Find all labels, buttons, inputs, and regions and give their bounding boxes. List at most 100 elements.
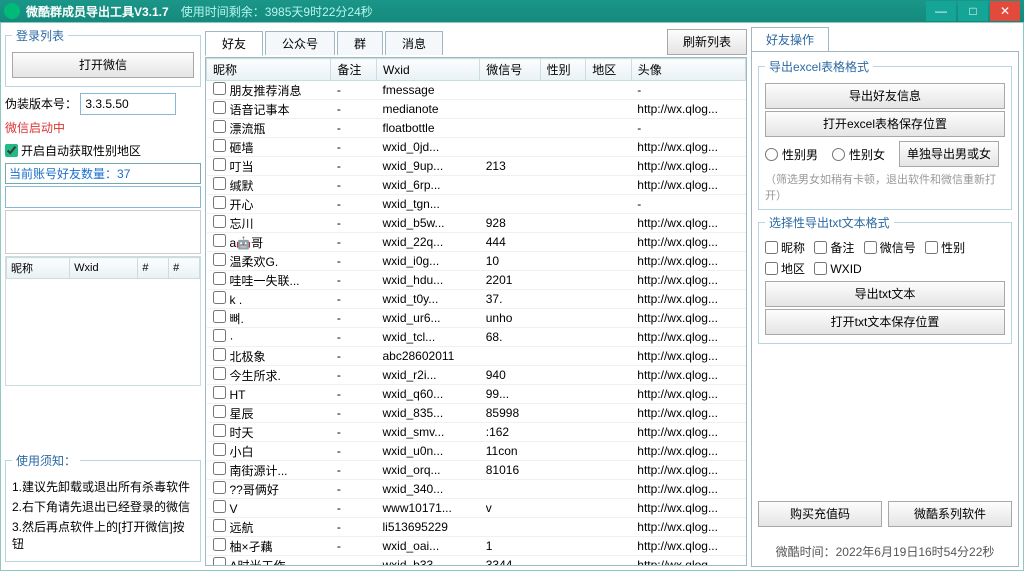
row-nickname[interactable]: 哇哇一失联... <box>207 271 331 290</box>
fake-version-input[interactable] <box>80 93 176 115</box>
table-row[interactable]: 开心-wxid_tgn...- <box>207 195 746 214</box>
col-header[interactable]: 微信号 <box>480 59 540 81</box>
row-nickname[interactable]: 温柔欢G. <box>207 252 331 271</box>
row-nickname[interactable]: a🤖哥 <box>207 233 331 252</box>
table-row[interactable]: 星辰-wxid_835...85998http://wx.qlog... <box>207 404 746 423</box>
small-th-nick[interactable]: 昵称 <box>7 258 70 279</box>
row-nickname[interactable]: 开心 <box>207 195 331 214</box>
weiku-series-button[interactable]: 微酷系列软件 <box>888 501 1012 527</box>
row-nickname[interactable]: 时天 <box>207 423 331 442</box>
row-checkbox[interactable] <box>213 158 226 171</box>
row-nickname[interactable]: 叮当 <box>207 157 331 176</box>
table-row[interactable]: ??哥俩好-wxid_340...http://wx.qlog... <box>207 480 746 499</box>
table-row[interactable]: 漂流瓶-floatbottle- <box>207 119 746 138</box>
tab-messages[interactable]: 消息 <box>385 31 443 55</box>
tab-official[interactable]: 公众号 <box>265 31 335 55</box>
right-tab-ops[interactable]: 好友操作 <box>751 27 829 51</box>
tab-groups[interactable]: 群 <box>337 31 383 55</box>
table-row[interactable]: a🤖哥-wxid_22q...444http://wx.qlog... <box>207 233 746 252</box>
row-checkbox[interactable] <box>213 367 226 380</box>
gender-female-radio[interactable]: 性别女 <box>832 146 885 163</box>
open-txt-location-button[interactable]: 打开txt文本保存位置 <box>765 309 1005 335</box>
row-checkbox[interactable] <box>213 101 226 114</box>
row-nickname[interactable]: 星辰 <box>207 404 331 423</box>
col-header[interactable]: 昵称 <box>207 59 331 81</box>
table-row[interactable]: 温柔欢G.-wxid_i0g...10http://wx.qlog... <box>207 252 746 271</box>
gender-male-radio[interactable]: 性别男 <box>765 146 818 163</box>
buy-code-button[interactable]: 购买充值码 <box>758 501 882 527</box>
cb-gender[interactable]: 性别 <box>925 239 965 256</box>
table-row[interactable]: ·-wxid_tcl...68.http://wx.qlog... <box>207 328 746 347</box>
row-nickname[interactable]: 缄默 <box>207 176 331 195</box>
export-friend-info-button[interactable]: 导出好友信息 <box>765 83 1005 109</box>
row-checkbox[interactable] <box>213 405 226 418</box>
table-row[interactable]: HT-wxid_q60...99...http://wx.qlog... <box>207 385 746 404</box>
row-nickname[interactable]: 北极象 <box>207 347 331 366</box>
row-checkbox[interactable] <box>213 310 226 323</box>
row-checkbox[interactable] <box>213 291 226 304</box>
account-input-1[interactable] <box>5 186 201 208</box>
cb-wxid[interactable]: WXID <box>814 262 861 276</box>
table-row[interactable]: 远航-li513695229http://wx.qlog... <box>207 518 746 537</box>
cb-wechat[interactable]: 微信号 <box>864 239 916 256</box>
row-checkbox[interactable] <box>213 196 226 209</box>
minimize-button[interactable]: — <box>926 1 956 21</box>
row-checkbox[interactable] <box>213 557 226 566</box>
table-row[interactable]: 时天-wxid_smv...:162http://wx.qlog... <box>207 423 746 442</box>
row-nickname[interactable]: V <box>207 499 331 518</box>
table-row[interactable]: V-www10171...vhttp://wx.qlog... <box>207 499 746 518</box>
row-checkbox[interactable] <box>213 234 226 247</box>
row-nickname[interactable]: 柚×孑藕 <box>207 537 331 556</box>
open-wechat-button[interactable]: 打开微信 <box>12 52 194 78</box>
table-row[interactable]: 砸墙-wxid_0jd...http://wx.qlog... <box>207 138 746 157</box>
row-checkbox[interactable] <box>213 329 226 342</box>
row-nickname[interactable]: 朋友推荐消息 <box>207 81 331 100</box>
row-checkbox[interactable] <box>213 82 226 95</box>
row-nickname[interactable]: 砸墙 <box>207 138 331 157</box>
row-nickname[interactable]: · <box>207 328 331 347</box>
table-row[interactable]: 今生所求.-wxid_r2i...940http://wx.qlog... <box>207 366 746 385</box>
row-nickname[interactable]: 小白 <box>207 442 331 461</box>
export-gender-button[interactable]: 单独导出男或女 <box>899 141 999 167</box>
row-checkbox[interactable] <box>213 519 226 532</box>
table-row[interactable]: 语音记事本-medianotehttp://wx.qlog... <box>207 100 746 119</box>
table-row[interactable]: 柚×孑藕-wxid_oai...1http://wx.qlog... <box>207 537 746 556</box>
export-txt-button[interactable]: 导出txt文本 <box>765 281 1005 307</box>
row-nickname[interactable]: k . <box>207 290 331 309</box>
row-checkbox[interactable] <box>213 424 226 437</box>
col-header[interactable]: 头像 <box>631 59 745 81</box>
open-excel-location-button[interactable]: 打开excel表格保存位置 <box>765 111 1005 137</box>
table-row[interactable]: k .-wxid_t0y...37.http://wx.qlog... <box>207 290 746 309</box>
cb-nickname[interactable]: 昵称 <box>765 239 805 256</box>
friends-table-wrap[interactable]: 昵称备注Wxid微信号性别地区头像 朋友推荐消息-fmessage-语音记事本-… <box>205 58 747 566</box>
table-row[interactable]: 北极象-abc28602011http://wx.qlog... <box>207 347 746 366</box>
row-checkbox[interactable] <box>213 481 226 494</box>
row-checkbox[interactable] <box>213 253 226 266</box>
row-nickname[interactable]: A时光工作... <box>207 556 331 567</box>
small-th-wxid[interactable]: Wxid <box>70 258 138 279</box>
row-nickname[interactable]: 南街源计... <box>207 461 331 480</box>
row-checkbox[interactable] <box>213 443 226 456</box>
maximize-button[interactable]: □ <box>958 1 988 21</box>
row-nickname[interactable]: 今生所求. <box>207 366 331 385</box>
account-text-area[interactable] <box>5 210 201 254</box>
table-row[interactable]: 叮当-wxid_9up...213http://wx.qlog... <box>207 157 746 176</box>
small-th-4[interactable]: # <box>169 258 200 279</box>
col-header[interactable]: 性别 <box>540 59 586 81</box>
table-row[interactable]: 哇哇一失联...-wxid_hdu...2201http://wx.qlog..… <box>207 271 746 290</box>
col-header[interactable]: 备注 <box>331 59 377 81</box>
row-checkbox[interactable] <box>213 177 226 190</box>
row-checkbox[interactable] <box>213 386 226 399</box>
row-nickname[interactable]: 뼈. <box>207 309 331 328</box>
row-nickname[interactable]: HT <box>207 385 331 404</box>
auto-gender-region-checkbox[interactable]: 开启自动获取性别地区 <box>5 142 195 159</box>
row-checkbox[interactable] <box>213 139 226 152</box>
row-nickname[interactable]: 远航 <box>207 518 331 537</box>
row-nickname[interactable]: 忘川 <box>207 214 331 233</box>
row-checkbox[interactable] <box>213 538 226 551</box>
row-checkbox[interactable] <box>213 348 226 361</box>
row-checkbox[interactable] <box>213 500 226 513</box>
row-nickname[interactable]: 漂流瓶 <box>207 119 331 138</box>
row-checkbox[interactable] <box>213 215 226 228</box>
close-button[interactable]: ✕ <box>990 1 1020 21</box>
